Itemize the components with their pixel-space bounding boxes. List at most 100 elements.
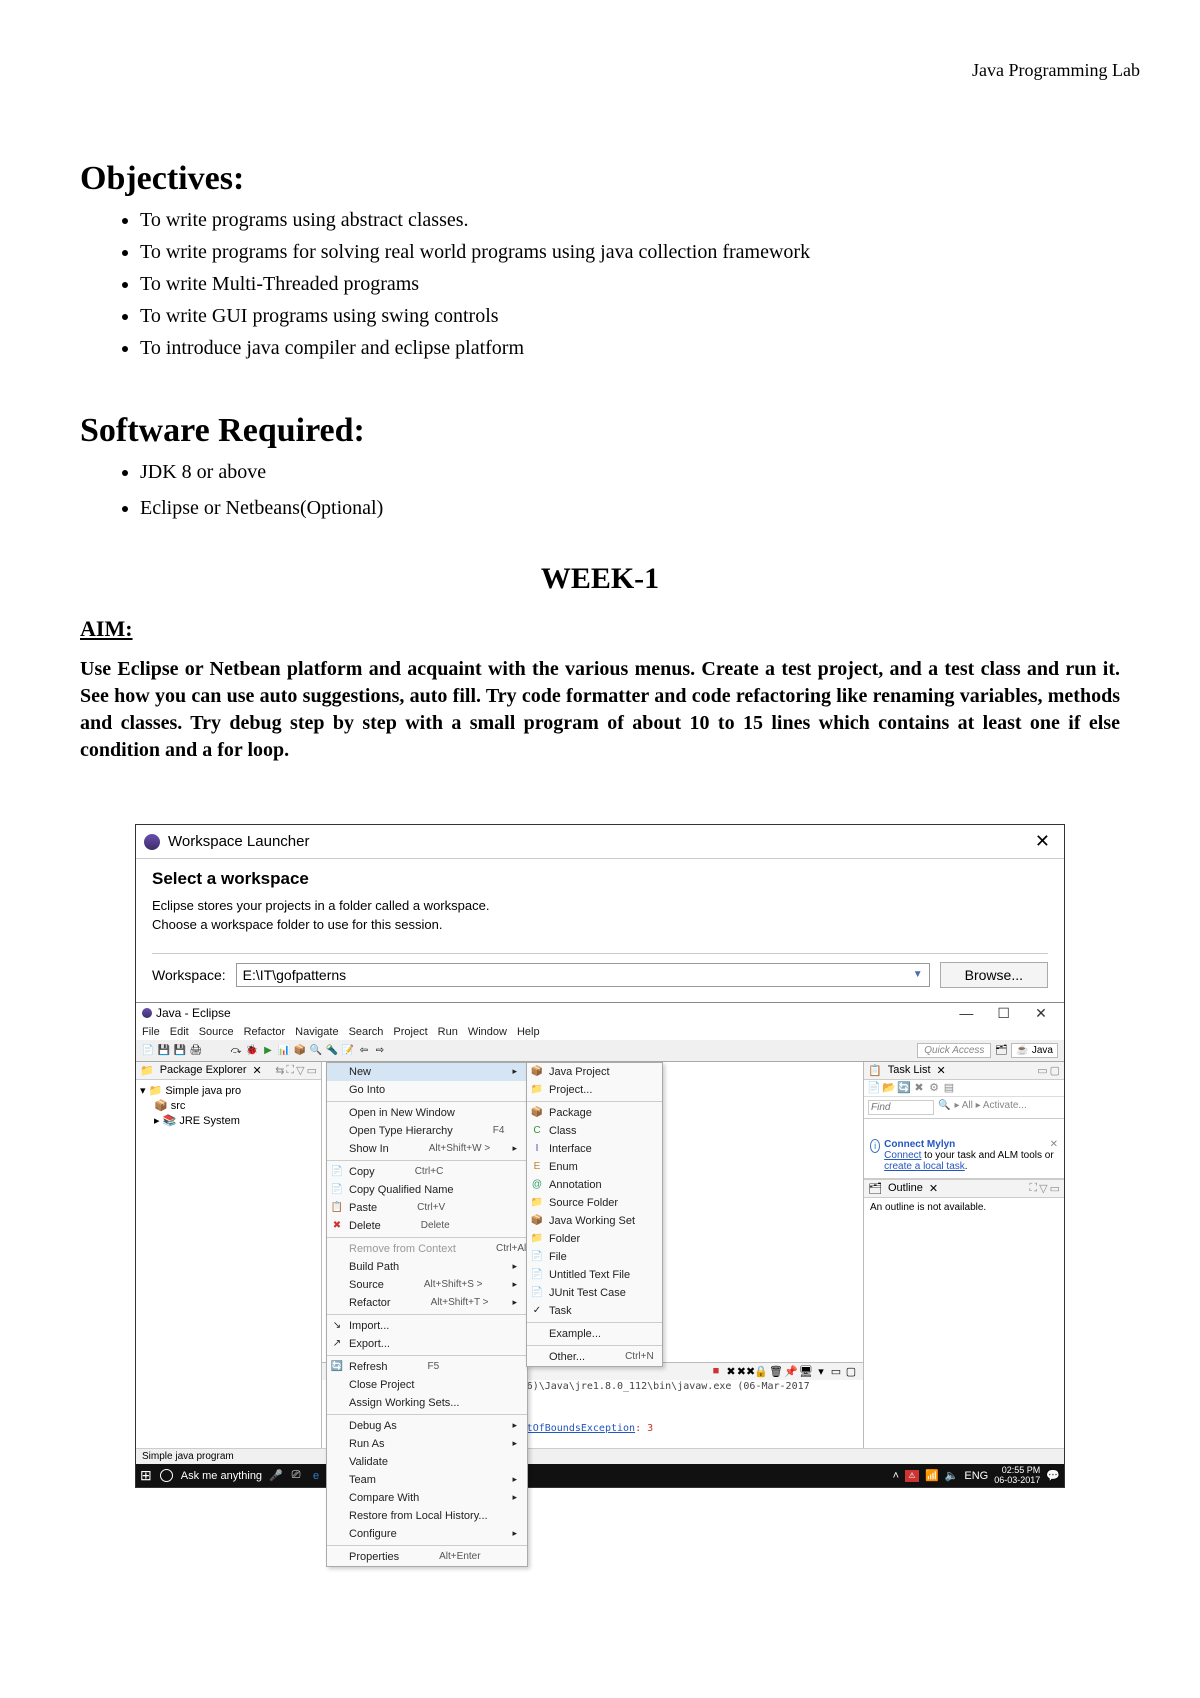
outline-tab[interactable]: Outline [888,1182,923,1194]
tray-volume-icon[interactable]: 🔈 [945,1469,959,1482]
menu-item[interactable]: PropertiesAlt+Enter [327,1548,527,1566]
menu-item[interactable]: 📋PasteCtrl+V [327,1199,527,1217]
perspective-java[interactable]: ☕ Java [1011,1043,1058,1058]
open-perspective-icon[interactable]: 🗂 [995,1044,1007,1056]
menu-item[interactable]: Debug As▸ [327,1417,527,1435]
menu-item[interactable]: CClass [527,1122,662,1140]
tray-language[interactable]: ENG [964,1470,988,1482]
menu-item[interactable]: ✓Task [527,1302,662,1320]
menu-item[interactable]: Remove from ContextCtrl+Alt+Shift+Down [327,1240,527,1258]
debug-icon[interactable]: 🐞 [246,1044,258,1056]
tray-clock[interactable]: 02:55 PM06-03-2017 [994,1466,1040,1486]
menu-item[interactable]: 📄CopyCtrl+C [327,1163,527,1181]
menu-item[interactable]: 📄Copy Qualified Name [327,1181,527,1199]
tasklist-new-icon[interactable]: 📄 [868,1082,880,1094]
menu-item[interactable]: Team▸ [327,1471,527,1489]
menu-edit[interactable]: Edit [170,1026,189,1038]
menu-item[interactable]: 📄File [527,1248,662,1266]
menu-item[interactable]: ↘Import... [327,1317,527,1335]
menu-item[interactable]: Other...Ctrl+N [527,1348,662,1366]
menu-item[interactable]: ✖DeleteDelete [327,1217,527,1235]
maximize-icon[interactable]: ☐ [987,1005,1021,1022]
menu-source[interactable]: Source [199,1026,234,1038]
menu-search[interactable]: Search [349,1026,384,1038]
edge-icon[interactable]: e [310,1470,322,1482]
tasklist-filter-icon[interactable]: ⚙ [928,1082,940,1094]
menu-item[interactable]: Show InAlt+Shift+W >▸ [327,1140,527,1158]
task-filter-activate[interactable]: Activate... [983,1100,1027,1111]
save-all-icon[interactable]: 💾 [174,1044,186,1056]
menu-run[interactable]: Run [438,1026,458,1038]
open-console-icon[interactable]: ▾ [815,1365,827,1377]
pin-console-icon[interactable]: 📌 [785,1365,797,1377]
search-icon[interactable]: 🔦 [326,1044,338,1056]
mylyn-connect-link[interactable]: Connect [884,1150,921,1161]
save-icon[interactable]: 💾 [158,1044,170,1056]
tree-project[interactable]: ▾ 📁 Simple java pro [140,1083,317,1098]
panel-max-icon[interactable]: ▢ [845,1365,857,1377]
browse-button[interactable]: Browse... [940,962,1048,988]
task-view-icon[interactable]: ⎚ [290,1470,302,1482]
display-selected-icon[interactable]: 🖥 [800,1365,812,1377]
menu-item[interactable]: Restore from Local History... [327,1507,527,1525]
mic-icon[interactable]: 🎤 [270,1470,282,1482]
menu-item[interactable]: 🔄RefreshF5 [327,1358,527,1376]
tasklist-sync-icon[interactable]: 🔄 [898,1082,910,1094]
menu-item[interactable]: IInterface [527,1140,662,1158]
menu-item[interactable]: Go Into [327,1081,527,1099]
annotate-icon[interactable]: 📝 [342,1044,354,1056]
task-find-search-icon[interactable]: 🔍 [938,1100,950,1115]
tray-alert-icon[interactable]: ⚠ [905,1470,919,1482]
skip-icon[interactable]: ⤼ [230,1044,242,1056]
close-icon[interactable]: ✕ [1029,831,1056,852]
menu-item[interactable]: 📦Package [527,1104,662,1122]
menu-item[interactable]: 📦Java Project [527,1063,662,1081]
menu-item[interactable]: Run As▸ [327,1435,527,1453]
windows-start-icon[interactable]: ⊞ [140,1467,152,1484]
menu-file[interactable]: File [142,1026,160,1038]
menu-item[interactable]: 📁Source Folder [527,1194,662,1212]
new-icon[interactable]: 📄 [142,1044,154,1056]
menu-item[interactable]: Open in New Window [327,1104,527,1122]
terminate-icon[interactable]: ■ [710,1365,722,1377]
nav-fwd-icon[interactable]: ⇨ [374,1044,386,1056]
tree-jre[interactable]: ▸ 📚 JRE System [154,1113,317,1128]
mylyn-create-link[interactable]: create a local task [884,1161,965,1172]
remove-launch-icon[interactable]: ✖ [725,1365,737,1377]
tasklist-cat-icon[interactable]: 📂 [883,1082,895,1094]
tree-src[interactable]: 📦 src [154,1098,317,1113]
menu-item[interactable]: 📁Folder [527,1230,662,1248]
task-list-tab[interactable]: Task List [888,1064,931,1076]
print-icon[interactable]: 🖨 [190,1044,202,1056]
menu-item[interactable]: Configure▸ [327,1525,527,1543]
menu-item[interactable]: 📄Untitled Text File [527,1266,662,1284]
tasklist-x-icon[interactable]: ✖ [913,1082,925,1094]
menu-window[interactable]: Window [468,1026,507,1038]
scroll-lock-icon[interactable]: 🔒 [755,1365,767,1377]
menu-project[interactable]: Project [393,1026,427,1038]
open-type-icon[interactable]: 🔍 [310,1044,322,1056]
tray-chevron-up-icon[interactable]: ˄ [893,1470,899,1482]
menu-item[interactable]: Assign Working Sets... [327,1394,527,1412]
tasklist-view-icon[interactable]: ▤ [943,1082,955,1094]
workspace-combo[interactable]: E:\IT\gofpatterns ▼ [236,963,930,987]
menu-item[interactable]: 📄JUnit Test Case [527,1284,662,1302]
panel-min-icon[interactable]: ▭ [830,1365,842,1377]
minimize-icon[interactable]: — [949,1005,983,1021]
menu-item[interactable]: New▸ [327,1063,527,1081]
menu-item[interactable]: Example... [527,1325,662,1343]
task-filter-all[interactable]: All [962,1100,973,1111]
menu-item[interactable]: @Annotation [527,1176,662,1194]
run-icon[interactable]: ▶ [262,1044,274,1056]
remove-all-icon[interactable]: ✖✖ [740,1365,752,1377]
menu-item[interactable]: ↗Export... [327,1335,527,1353]
menu-item[interactable]: Close Project [327,1376,527,1394]
menu-item[interactable]: Compare With▸ [327,1489,527,1507]
task-find-input[interactable] [868,1100,934,1115]
menu-item[interactable]: 📦Java Working Set [527,1212,662,1230]
menu-item[interactable]: EEnum [527,1158,662,1176]
clear-console-icon[interactable]: 🗑 [770,1365,782,1377]
coverage-icon[interactable]: 📊 [278,1044,290,1056]
close-icon[interactable]: ✕ [1024,1005,1058,1022]
package-explorer-tab[interactable]: Package Explorer [160,1064,247,1076]
